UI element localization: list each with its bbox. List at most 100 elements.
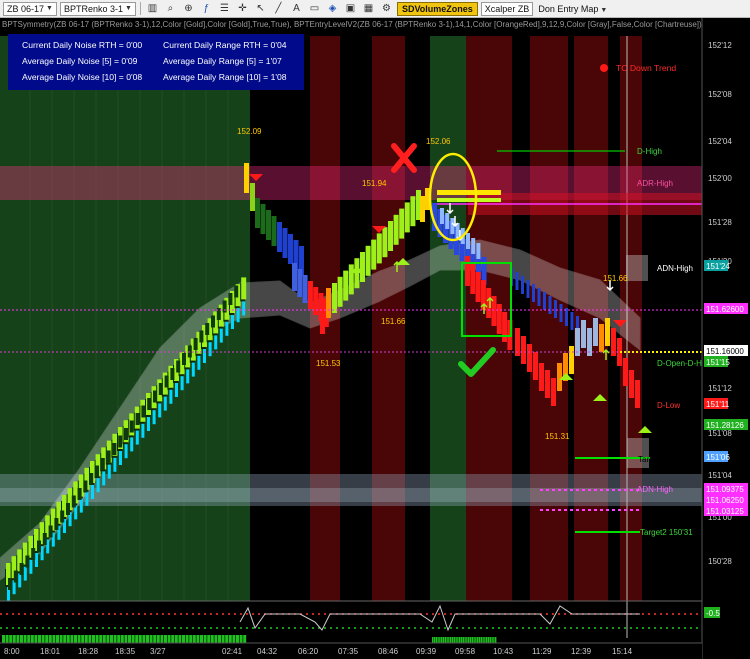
shapes-icon[interactable]: ▭ (307, 2, 322, 16)
volume-bar (453, 637, 455, 643)
entry-map-selector[interactable]: Don Entry Map ▼ (536, 4, 609, 14)
pointer-icon[interactable]: ↖ (253, 2, 268, 16)
renko-bar (19, 563, 24, 575)
renko-bar (570, 312, 574, 330)
price-tag-text: -0.5 (706, 609, 720, 618)
magnify-icon[interactable]: ⌕ (163, 2, 178, 16)
chart-area[interactable]: BPTSymmetry(ZB 06-17 (BPTRenko 3-1),12,C… (0, 18, 750, 659)
price-tag-text: 151'06 (706, 453, 730, 462)
avg-range-10-text: Average Daily Range [10] = 1'08 (163, 72, 287, 82)
text-tool-icon[interactable]: A (289, 2, 304, 16)
price-chart[interactable]: BPTSymmetry(ZB 06-17 (BPTRenko 3-1),12,C… (0, 18, 750, 659)
renko-bar (222, 300, 227, 313)
renko-bar (129, 420, 134, 433)
renko-bar (302, 275, 308, 303)
lock-icon[interactable]: ▣ (343, 2, 358, 16)
renko-bar (313, 287, 319, 315)
renko-bar (605, 318, 610, 346)
renko-bar (593, 318, 598, 346)
renko-bar (440, 208, 444, 224)
grid-icon[interactable]: ▦ (361, 2, 376, 16)
renko-bar (548, 296, 552, 314)
renko-bar (533, 352, 538, 380)
renko-bar (569, 346, 574, 374)
renko-bar (404, 202, 410, 233)
volume-bar (92, 635, 95, 643)
time-axis-label: 06:20 (298, 647, 319, 656)
renko-bar (48, 525, 53, 538)
d-high-label: D-High (637, 147, 662, 156)
time-axis-label: 8:00 (4, 647, 20, 656)
properties-icon[interactable]: ☰ (217, 2, 232, 16)
volume-bar (95, 635, 99, 643)
indicator-icon[interactable]: ƒ (199, 2, 214, 16)
renko-bar (13, 570, 18, 583)
volume-bar (225, 635, 229, 643)
renko-bar (260, 204, 266, 234)
renko-bar (526, 280, 530, 298)
volume-bar (218, 635, 221, 643)
volume-bar (41, 635, 45, 643)
renko-bar (382, 227, 388, 258)
renko-bar (124, 428, 128, 440)
volume-bar (182, 635, 185, 643)
volume-bar (2, 635, 5, 643)
renko-bar (158, 403, 162, 418)
renko-bar (420, 196, 425, 222)
volume-bar (450, 637, 452, 643)
renko-bar (388, 221, 393, 251)
time-axis-label: 07:35 (338, 647, 359, 656)
xcalper-button[interactable]: Xcalper ZB (480, 1, 534, 16)
renko-bar (292, 263, 297, 291)
renko-bar (112, 443, 117, 455)
volume-bar (117, 635, 121, 643)
volume-bar (433, 637, 436, 643)
volume-bar (178, 635, 182, 643)
sd-volume-zones-button[interactable]: SDVolumeZones (396, 1, 478, 16)
renko-bar (332, 283, 337, 313)
zoom-in-icon[interactable]: ⊕ (181, 2, 196, 16)
renko-bar (496, 304, 502, 334)
avg-noise-5-text: Average Daily Noise [5] = 0'09 (22, 56, 138, 66)
draw-line-icon[interactable]: ╱ (271, 2, 286, 16)
volume-bar (207, 635, 211, 643)
renko-bar (450, 218, 455, 234)
renko-bar (164, 375, 169, 388)
volume-bar (120, 635, 124, 643)
renko-bar (106, 450, 111, 463)
volume-bar (455, 637, 457, 643)
renko-bar (180, 376, 184, 391)
volume-bar (457, 637, 459, 643)
renko-bar (18, 573, 22, 588)
renko-bar (102, 471, 106, 486)
instrument-selector[interactable]: ZB 06-17 ▼ (3, 1, 57, 16)
renko-bar (197, 355, 201, 370)
volume-bar (88, 635, 92, 643)
renko-bar (551, 378, 556, 406)
renko-bar (191, 362, 195, 377)
bar-chart-icon[interactable]: ▥ (145, 2, 160, 16)
volume-bar (146, 635, 149, 643)
bar-type-selector[interactable]: BPTRenko 3-1 ▼ (59, 1, 136, 16)
renko-bar (170, 368, 175, 380)
time-axis-label: 02:41 (222, 647, 243, 656)
renko-bar (95, 465, 99, 478)
d-open-label: D-Open-D-H (657, 359, 702, 368)
crosshair-icon[interactable]: ✛ (235, 2, 250, 16)
renko-bar (539, 363, 544, 391)
renko-bar (343, 270, 349, 301)
renko-bar (543, 292, 546, 310)
renko-bar (107, 464, 111, 479)
price-tag-text: 151.62600 (706, 305, 744, 314)
volume-bar (493, 637, 495, 643)
strategy-icon[interactable]: ◈ (325, 2, 340, 16)
entry-map-label: Don Entry Map (538, 3, 599, 14)
toolbar-divider (139, 2, 141, 15)
price-axis-label: 151'08 (708, 429, 732, 438)
renko-bar (147, 417, 150, 431)
volume-bar (189, 635, 193, 643)
settings-icon[interactable]: ⚙ (379, 2, 394, 16)
renko-bar (241, 277, 247, 300)
renko-bar (85, 491, 89, 506)
volume-bar (124, 635, 128, 643)
